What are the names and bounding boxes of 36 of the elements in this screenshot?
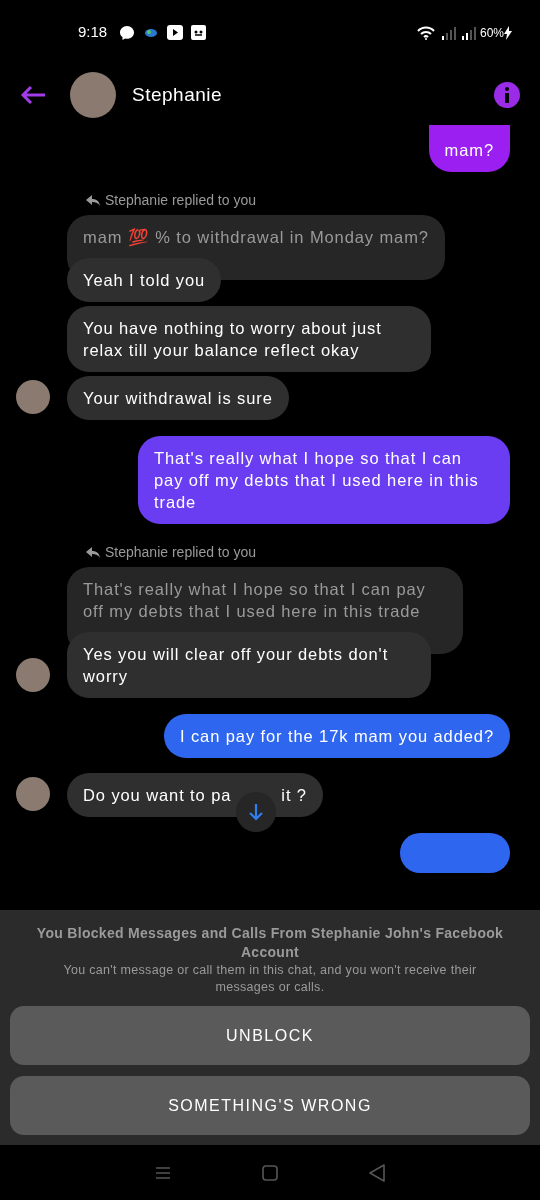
back-arrow-icon[interactable] xyxy=(20,85,46,105)
scroll-down-button[interactable] xyxy=(236,792,277,832)
reply-arrow-icon xyxy=(86,195,100,206)
sender-avatar[interactable] xyxy=(16,777,50,811)
chat-app-icon xyxy=(119,24,136,41)
sent-message: mam? xyxy=(428,125,510,172)
charging-bolt-icon xyxy=(504,25,512,40)
contact-avatar[interactable] xyxy=(70,72,116,118)
battery-percentage: 60% xyxy=(479,24,504,42)
received-message: You have nothing to worry about just relax till your balance reflect okay xyxy=(67,306,431,372)
video-app-icon xyxy=(167,25,184,40)
blocked-notice-title: You Blocked Messages and Calls From Stephanie John's Facebook Account xyxy=(35,924,505,962)
sender-avatar[interactable] xyxy=(16,658,50,692)
sent-message: I can pay for the 17k mam you added? xyxy=(164,714,510,758)
home-square-icon[interactable] xyxy=(262,1164,278,1181)
wifi-icon xyxy=(416,25,435,40)
reply-label: Stephanie replied to you xyxy=(105,191,256,210)
signal-icon xyxy=(460,25,477,40)
received-message: Your withdrawal is sure xyxy=(67,376,289,420)
down-arrow-icon xyxy=(248,803,265,821)
info-icon[interactable] xyxy=(494,82,520,108)
signal-icon xyxy=(440,25,457,40)
sent-message: That's really what I hope so that I can pay off my debts that I used here in this trade xyxy=(138,436,510,524)
contact-name[interactable]: Stephanie xyxy=(132,80,223,110)
back-triangle-icon[interactable] xyxy=(368,1163,385,1182)
unblock-button[interactable]: UNBLOCK xyxy=(10,1006,530,1065)
received-message: Yes you will clear off your debts don't worry xyxy=(67,632,431,698)
reply-arrow-icon xyxy=(86,547,100,558)
sender-avatar[interactable] xyxy=(16,380,50,414)
status-time: 9:18 xyxy=(78,22,108,43)
blocked-notice-text: You can't message or call them in this chat, and you won't receive their messages or calls. xyxy=(62,962,478,996)
reply-label: Stephanie replied to you xyxy=(105,543,256,562)
app-icon xyxy=(145,27,158,38)
received-message: Yeah I told you xyxy=(67,258,222,302)
report-problem-button[interactable]: SOMETHING'S WRONG xyxy=(10,1076,530,1135)
robot-app-icon xyxy=(191,25,207,40)
